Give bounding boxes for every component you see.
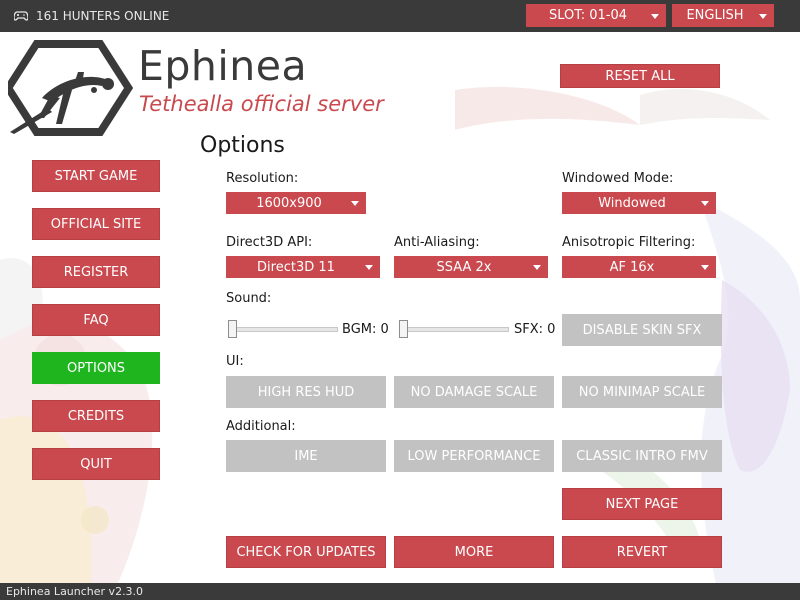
register-button[interactable]: REGISTER: [32, 256, 160, 288]
high-res-hud-button[interactable]: HIGH RES HUD: [226, 376, 386, 408]
anisotropic-filtering-dropdown[interactable]: AF 16x: [562, 256, 716, 278]
anisotropic-filtering-value: AF 16x: [609, 259, 655, 275]
ephinea-logo-icon: [8, 40, 134, 136]
low-performance-label: LOW PERFORMANCE: [407, 448, 541, 464]
low-performance-button[interactable]: LOW PERFORMANCE: [394, 440, 554, 472]
bgm-slider-handle[interactable]: [228, 320, 237, 338]
next-page-button[interactable]: NEXT PAGE: [562, 488, 722, 520]
online-count-text: 161 HUNTERS ONLINE: [36, 9, 170, 23]
slot-value: SLOT: 01-04: [548, 8, 628, 23]
options-label: OPTIONS: [66, 360, 126, 376]
gamepad-icon: [14, 11, 28, 21]
ime-button[interactable]: IME: [226, 440, 386, 472]
anti-aliasing-label: Anti-Aliasing:: [394, 235, 480, 250]
direct3d-api-dropdown[interactable]: Direct3D 11: [226, 256, 380, 278]
caret-down-icon: [651, 13, 659, 19]
online-counter: 161 HUNTERS ONLINE: [14, 0, 169, 32]
reset-all-label: RESET ALL: [605, 68, 675, 84]
resolution-label: Resolution:: [226, 171, 299, 186]
register-label: REGISTER: [63, 264, 129, 280]
official-site-button[interactable]: OFFICIAL SITE: [32, 208, 160, 240]
ui-label: UI:: [226, 354, 244, 369]
start-game-label: START GAME: [54, 168, 138, 184]
status-bar: Ephinea Launcher v2.3.0: [0, 583, 800, 600]
start-game-button[interactable]: START GAME: [32, 160, 160, 192]
credits-label: CREDITS: [67, 408, 125, 424]
caret-down-icon: [759, 13, 767, 19]
classic-intro-fmv-button[interactable]: CLASSIC INTRO FMV: [562, 440, 722, 472]
no-damage-scale-button[interactable]: NO DAMAGE SCALE: [394, 376, 554, 408]
disable-skin-sfx-button[interactable]: DISABLE SKIN SFX: [562, 314, 722, 346]
sfx-value-label: SFX: 0: [514, 322, 556, 337]
classic-intro-fmv-label: CLASSIC INTRO FMV: [576, 448, 708, 464]
logo-title: Ephinea: [138, 42, 308, 90]
sfx-slider-handle[interactable]: [399, 320, 408, 338]
sound-label: Sound:: [226, 291, 272, 306]
check-for-updates-button[interactable]: CHECK FOR UPDATES: [226, 536, 386, 568]
check-for-updates-label: CHECK FOR UPDATES: [236, 544, 376, 560]
no-minimap-scale-label: NO MINIMAP SCALE: [578, 384, 706, 400]
caret-down-icon: [701, 201, 709, 206]
slot-dropdown[interactable]: SLOT: 01-04: [526, 4, 666, 27]
bgm-slider-track[interactable]: [228, 327, 338, 332]
launcher-version: Ephinea Launcher v2.3.0: [6, 585, 144, 598]
no-minimap-scale-button[interactable]: NO MINIMAP SCALE: [562, 376, 722, 408]
caret-down-icon: [533, 265, 541, 270]
resolution-value: 1600x900: [256, 195, 322, 211]
windowed-mode-value: Windowed: [598, 195, 666, 211]
logo-subtitle: Tethealla official server: [139, 92, 384, 116]
no-damage-scale-label: NO DAMAGE SCALE: [410, 384, 538, 400]
language-dropdown[interactable]: ENGLISH: [672, 4, 774, 27]
bgm-value-label: BGM: 0: [342, 322, 389, 337]
caret-down-icon: [701, 265, 709, 270]
quit-button[interactable]: QUIT: [32, 448, 160, 480]
revert-button[interactable]: REVERT: [562, 536, 722, 568]
quit-label: QUIT: [80, 456, 112, 472]
reset-all-button[interactable]: RESET ALL: [560, 64, 720, 88]
high-res-hud-label: HIGH RES HUD: [257, 384, 355, 400]
anisotropic-filtering-label: Anisotropic Filtering:: [562, 235, 696, 250]
more-button[interactable]: MORE: [394, 536, 554, 568]
resolution-dropdown[interactable]: 1600x900: [226, 192, 366, 214]
caret-down-icon: [365, 265, 373, 270]
anti-aliasing-value: SSAA 2x: [436, 259, 492, 275]
anti-aliasing-dropdown[interactable]: SSAA 2x: [394, 256, 548, 278]
next-page-label: NEXT PAGE: [605, 496, 679, 512]
language-value: ENGLISH: [686, 8, 744, 23]
faq-label: FAQ: [83, 312, 109, 328]
windowed-mode-label: Windowed Mode:: [562, 171, 674, 186]
options-title: Options: [200, 133, 285, 158]
ime-label: IME: [294, 448, 318, 464]
revert-label: REVERT: [616, 544, 668, 560]
top-bar: 161 HUNTERS ONLINE SLOT: 01-04 ENGLISH: [0, 0, 800, 32]
credits-button[interactable]: CREDITS: [32, 400, 160, 432]
sfx-slider-track[interactable]: [399, 327, 509, 332]
faq-button[interactable]: FAQ: [32, 304, 160, 336]
more-label: MORE: [454, 544, 494, 560]
official-site-label: OFFICIAL SITE: [50, 216, 142, 232]
windowed-mode-dropdown[interactable]: Windowed: [562, 192, 716, 214]
options-button[interactable]: OPTIONS: [32, 352, 160, 384]
additional-label: Additional:: [226, 419, 296, 434]
disable-skin-sfx-label: DISABLE SKIN SFX: [582, 322, 702, 338]
caret-down-icon: [351, 201, 359, 206]
direct3d-api-label: Direct3D API:: [226, 235, 313, 250]
direct3d-api-value: Direct3D 11: [257, 259, 335, 275]
